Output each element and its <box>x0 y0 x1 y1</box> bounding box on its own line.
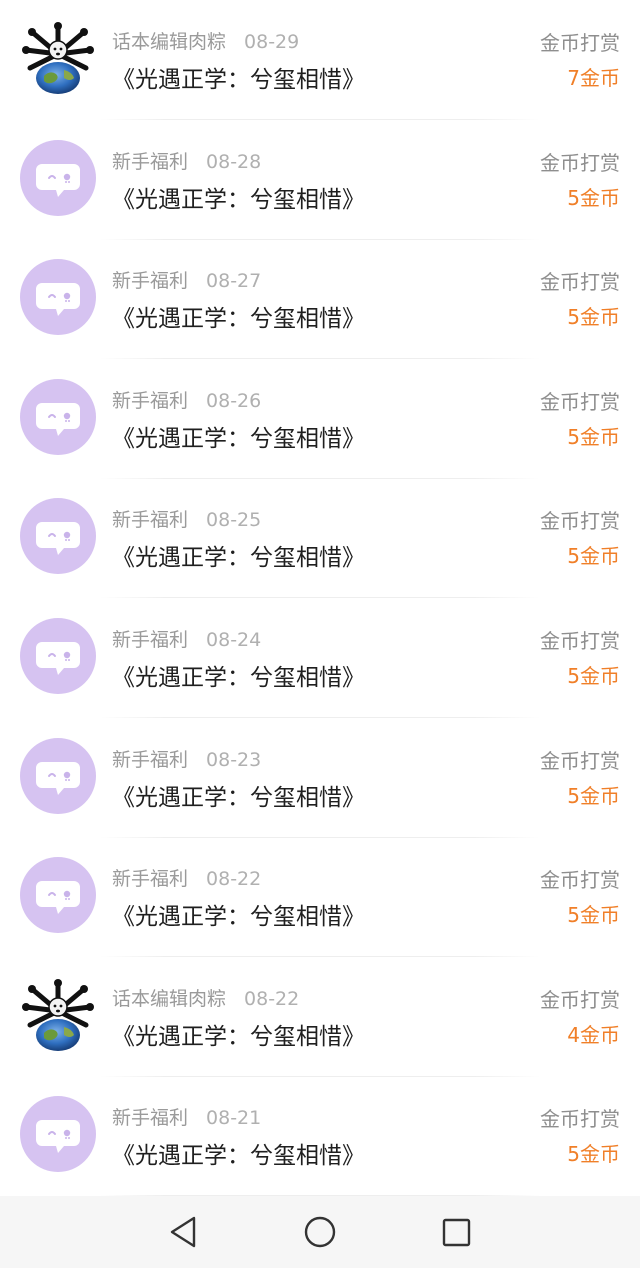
record-date: 08-22 <box>206 868 262 891</box>
book-title[interactable]: 《光遇正学：兮玺相惜》 <box>112 897 365 931</box>
sender-name: 新手福利 <box>112 868 189 891</box>
reward-type-label: 金币打赏 <box>540 150 620 175</box>
coin-amount: 5金币 <box>567 185 620 210</box>
sender-meta: 话本编辑肉粽 08-22 <box>112 984 299 1010</box>
sender-name: 话本编辑肉粽 <box>112 31 227 53</box>
coin-amount: 4金币 <box>567 1022 620 1047</box>
reward-type-label: 金币打赏 <box>540 868 620 893</box>
sender-meta: 新手福利 08-23 <box>112 745 261 771</box>
sender-meta: 新手福利 08-28 <box>112 147 261 173</box>
reward-type-label: 金币打赏 <box>540 270 620 295</box>
editor-avatar-icon <box>20 977 96 1053</box>
record-date: 08-26 <box>206 389 262 412</box>
coin-amount: 5金币 <box>567 305 620 330</box>
coin-amount: 5金币 <box>567 1142 620 1167</box>
reward-type-label: 金币打赏 <box>540 509 620 534</box>
chat-bubble-icon <box>20 139 96 216</box>
coin-amount: 5金币 <box>567 783 620 808</box>
record-date: 08-23 <box>206 748 262 771</box>
sender-name: 新手福利 <box>112 270 189 293</box>
coin-amount: 5金币 <box>567 544 620 569</box>
home-circle-icon <box>304 1216 336 1248</box>
book-title[interactable]: 《光遇正学：兮玺相惜》 <box>112 538 365 572</box>
reward-record-row[interactable]: 新手福利 08-23 《光遇正学：兮玺相惜》 金币打赏 5金币 <box>0 718 640 838</box>
coin-amount: 7金币 <box>567 66 620 90</box>
book-title[interactable]: 《光遇正学：兮玺相惜》 <box>112 180 365 214</box>
back-button[interactable] <box>163 1212 203 1252</box>
record-date: 08-25 <box>206 509 262 532</box>
book-title[interactable]: 《光遇正学：兮玺相惜》 <box>112 419 365 453</box>
sender-name: 话本编辑肉粽 <box>112 987 227 1010</box>
sender-name: 新手福利 <box>112 509 189 532</box>
recents-square-icon <box>442 1218 471 1247</box>
editor-avatar-icon <box>20 20 96 96</box>
book-title[interactable]: 《光遇正学：兮玺相惜》 <box>112 778 365 812</box>
sender-meta: 新手福利 08-24 <box>112 625 261 651</box>
record-date: 08-27 <box>206 270 262 293</box>
record-date: 08-29 <box>244 31 300 53</box>
sender-name: 新手福利 <box>112 1107 189 1130</box>
back-triangle-icon <box>170 1216 196 1248</box>
reward-record-row[interactable]: 新手福利 08-28 《光遇正学：兮玺相惜》 金币打赏 5金币 <box>0 120 640 240</box>
reward-record-row[interactable]: 新手福利 08-21 《光遇正学：兮玺相惜》 金币打赏 5金币 <box>0 1076 640 1197</box>
record-date: 08-28 <box>206 150 262 173</box>
reward-type-label: 金币打赏 <box>540 629 620 653</box>
sender-meta: 新手福利 08-22 <box>112 864 261 890</box>
sender-name: 新手福利 <box>112 629 189 651</box>
coin-amount: 5金币 <box>567 664 620 688</box>
chat-bubble-icon <box>20 259 96 336</box>
coin-amount: 5金币 <box>567 903 620 928</box>
reward-record-row[interactable]: 新手福利 08-27 《光遇正学：兮玺相惜》 金币打赏 5金币 <box>0 239 640 360</box>
sender-meta: 新手福利 08-26 <box>112 386 261 412</box>
reward-record-row[interactable]: 新手福利 08-22 《光遇正学：兮玺相惜》 金币打赏 5金币 <box>0 837 640 958</box>
sender-meta: 新手福利 08-25 <box>112 505 261 531</box>
reward-type-label: 金币打赏 <box>540 389 620 414</box>
chat-bubble-icon <box>20 1096 96 1173</box>
reward-type-label: 金币打赏 <box>540 748 620 773</box>
reward-record-row[interactable]: 话本编辑肉粽 08-22 《光遇正学：兮玺相惜》 金币打赏 4金币 <box>0 957 640 1077</box>
book-title[interactable]: 《光遇正学：兮玺相惜》 <box>112 1136 365 1170</box>
book-title[interactable]: 《光遇正学：兮玺相惜》 <box>112 60 365 94</box>
record-date: 08-22 <box>244 987 300 1010</box>
chat-bubble-icon <box>20 618 96 694</box>
reward-type-label: 金币打赏 <box>540 1107 620 1132</box>
sender-name: 新手福利 <box>112 748 189 771</box>
sender-name: 新手福利 <box>112 150 189 173</box>
chat-bubble-icon <box>20 498 96 575</box>
coin-amount: 5金币 <box>567 424 620 449</box>
sender-name: 新手福利 <box>112 389 189 412</box>
home-button[interactable] <box>300 1212 340 1252</box>
record-date: 08-21 <box>206 1107 262 1130</box>
system-navigation-bar <box>0 1196 640 1268</box>
book-title[interactable]: 《光遇正学：兮玺相惜》 <box>112 1017 365 1051</box>
reward-type-label: 金币打赏 <box>540 987 620 1012</box>
reward-record-row[interactable]: 话本编辑肉粽 08-29 《光遇正学：兮玺相惜》 金币打赏 7金币 <box>0 0 640 120</box>
reward-record-row[interactable]: 新手福利 08-26 《光遇正学：兮玺相惜》 金币打赏 5金币 <box>0 359 640 479</box>
reward-record-row[interactable]: 新手福利 08-25 《光遇正学：兮玺相惜》 金币打赏 5金币 <box>0 478 640 599</box>
book-title[interactable]: 《光遇正学：兮玺相惜》 <box>112 299 365 333</box>
reward-record-row[interactable]: 新手福利 08-24 《光遇正学：兮玺相惜》 金币打赏 5金币 <box>0 598 640 718</box>
chat-bubble-icon <box>20 378 96 455</box>
chat-bubble-icon <box>20 857 96 934</box>
sender-meta: 话本编辑肉粽 08-29 <box>112 27 299 53</box>
chat-bubble-icon <box>20 737 96 814</box>
book-title[interactable]: 《光遇正学：兮玺相惜》 <box>112 658 365 692</box>
sender-meta: 新手福利 08-21 <box>112 1103 261 1129</box>
record-date: 08-24 <box>206 629 262 651</box>
recents-button[interactable] <box>436 1212 476 1252</box>
reward-type-label: 金币打赏 <box>540 31 620 55</box>
sender-meta: 新手福利 08-27 <box>112 266 261 292</box>
